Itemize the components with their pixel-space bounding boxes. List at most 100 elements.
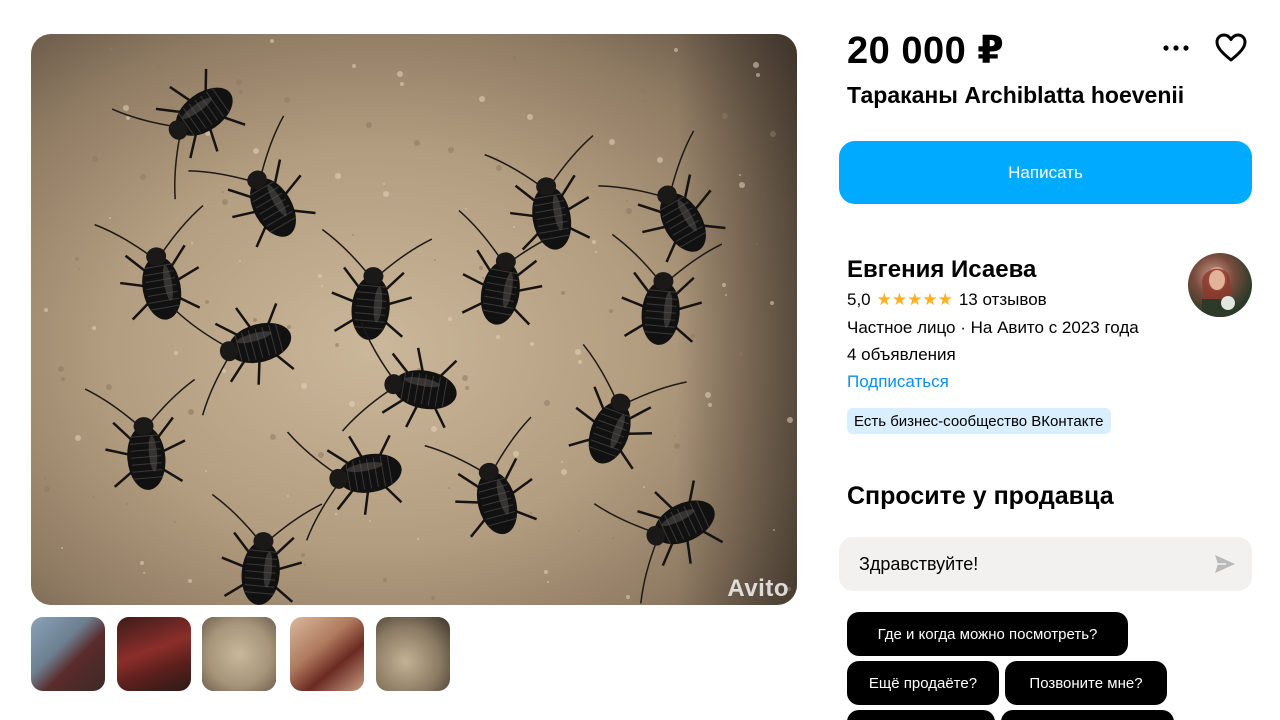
- seller-ads-count[interactable]: 4 объявления: [847, 345, 956, 365]
- thumbnail-4[interactable]: [290, 617, 364, 691]
- stone-speck: [335, 513, 337, 515]
- chip-where-when[interactable]: Где и когда можно посмотреть?: [847, 612, 1128, 656]
- stone-speck: [253, 148, 259, 154]
- stone-speck: [739, 182, 745, 188]
- stone-speck: [787, 417, 793, 423]
- stone-speck: [109, 217, 111, 219]
- stone-speck: [547, 581, 549, 583]
- stone-speck: [61, 377, 65, 381]
- stone-speck: [561, 469, 567, 475]
- stone-speck: [140, 561, 144, 565]
- stone-speck: [725, 294, 727, 296]
- stone-speck: [106, 384, 112, 390]
- stone-speck: [448, 317, 452, 321]
- stone-speck: [479, 266, 483, 270]
- stone-speck: [592, 240, 596, 244]
- stone-speck: [657, 157, 663, 163]
- stone-speck: [578, 530, 580, 532]
- stone-speck: [578, 360, 582, 364]
- message-input[interactable]: [859, 553, 1189, 575]
- stone-speck: [722, 283, 726, 287]
- stone-speck: [756, 243, 758, 245]
- stone-speck: [321, 285, 323, 287]
- stone-speck: [397, 71, 403, 77]
- chip-still-selling[interactable]: Ещё продаёте?: [847, 661, 999, 705]
- stone-speck: [157, 65, 161, 69]
- stone-speck: [352, 234, 354, 236]
- seller-rating: 5,0 ★★★★★ 13 отзывов: [847, 290, 1047, 310]
- stone-speck: [465, 208, 467, 210]
- stone-speck: [544, 570, 548, 574]
- price: 20 000 ₽: [847, 30, 1005, 72]
- stone-speck: [708, 403, 712, 407]
- stone-speck: [612, 537, 614, 539]
- seller-name[interactable]: Евгения Исаева: [847, 256, 1036, 284]
- stone-speck: [482, 277, 484, 279]
- chip-partial-1[interactable]: [847, 710, 995, 720]
- stone-speck: [609, 309, 613, 313]
- rating-value: 5,0: [847, 290, 871, 309]
- stone-speck: [287, 325, 291, 329]
- stone-speck: [304, 564, 306, 566]
- stone-speck: [140, 174, 146, 180]
- stone-speck: [239, 90, 243, 94]
- stone-speck: [253, 318, 257, 322]
- heart-icon[interactable]: [1214, 32, 1248, 64]
- stone-speck: [643, 99, 647, 103]
- stone-speck: [383, 183, 385, 185]
- write-button[interactable]: Написать: [839, 141, 1252, 204]
- stone-speck: [205, 300, 209, 304]
- subscribe-link[interactable]: Подписаться: [847, 372, 949, 392]
- stone-speck: [691, 334, 695, 338]
- stone-speck: [609, 139, 615, 145]
- cockroach: [598, 130, 726, 263]
- stone-speck: [335, 173, 341, 179]
- cockroach: [484, 134, 594, 251]
- more-dots-icon[interactable]: [1160, 36, 1194, 60]
- stone-speck: [205, 470, 207, 472]
- stone-speck: [753, 62, 759, 68]
- thumbnail-5[interactable]: [376, 617, 450, 691]
- stone-speck: [335, 343, 339, 347]
- cockroach: [173, 302, 295, 416]
- chip-partial-2[interactable]: [1001, 710, 1174, 720]
- thumbnail-3[interactable]: [202, 617, 276, 691]
- stone-speck: [400, 82, 404, 86]
- stone-speck: [126, 116, 130, 120]
- stone-speck: [301, 383, 307, 389]
- cockroach-photo-art: [31, 34, 793, 605]
- chip-call-me[interactable]: Позвоните мне?: [1005, 661, 1167, 705]
- stone-speck: [236, 79, 242, 85]
- stone-speck: [188, 409, 194, 415]
- thumbnail-2[interactable]: [117, 617, 191, 691]
- stone-speck: [513, 226, 515, 228]
- cockroach: [568, 343, 687, 470]
- cockroach: [424, 416, 538, 538]
- reviews-link[interactable]: 13 отзывов: [959, 290, 1047, 310]
- stone-speck: [513, 56, 517, 60]
- vk-community-badge[interactable]: Есть бизнес-сообщество ВКонтакте: [847, 408, 1111, 434]
- stone-speck: [756, 73, 760, 77]
- stone-speck: [318, 452, 324, 458]
- stone-speck: [383, 191, 389, 197]
- stone-speck: [674, 435, 676, 437]
- main-photo[interactable]: Avito: [31, 34, 797, 605]
- stone-speck: [61, 547, 63, 549]
- stone-speck: [270, 434, 276, 440]
- avatar[interactable]: [1188, 253, 1252, 317]
- stone-speck: [109, 47, 113, 51]
- stone-speck: [773, 529, 775, 531]
- send-icon[interactable]: [1214, 554, 1236, 574]
- stone-speck: [527, 114, 533, 120]
- stone-speck: [465, 386, 469, 390]
- stone-speck: [431, 426, 437, 432]
- stone-speck: [222, 191, 224, 193]
- stone-speck: [770, 131, 776, 137]
- thumbnail-1[interactable]: [31, 617, 105, 691]
- stone-speck: [674, 443, 680, 449]
- stone-speck: [739, 352, 743, 356]
- cockroach: [593, 480, 724, 604]
- cockroach: [211, 493, 323, 605]
- cockroach: [94, 204, 204, 321]
- stone-speck: [479, 96, 485, 102]
